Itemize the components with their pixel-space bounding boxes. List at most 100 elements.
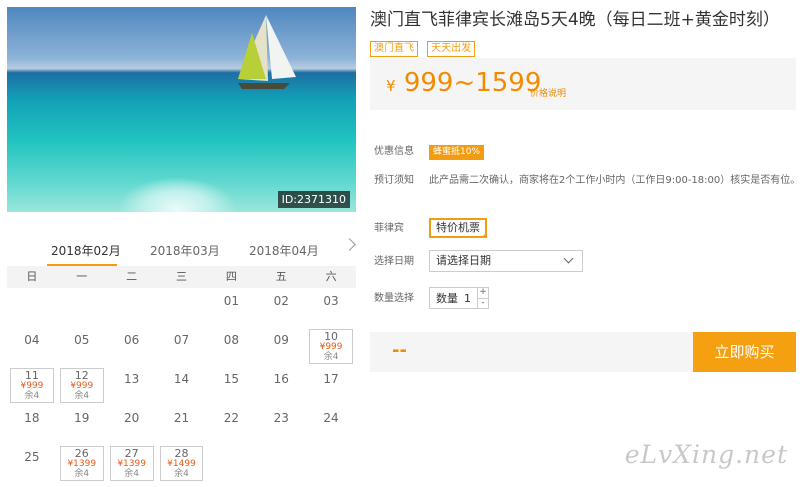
- chevron-down-icon: [563, 253, 574, 264]
- day-number: 09: [273, 333, 289, 347]
- day-number: 18: [24, 411, 40, 425]
- day-number: 08: [223, 333, 239, 347]
- quantity-stepper[interactable]: 数量 1 + -: [429, 287, 489, 309]
- quantity-row: 数量选择 数量 1 + -: [374, 287, 489, 309]
- calendar-day-available[interactable]: 10 ¥999 余4: [309, 329, 353, 364]
- calendar: 日 一 二 三 四 五 六 01 02 03 04 05 06 07 08 09 10 ¥999 余4…: [7, 266, 356, 483]
- price-box: ¥ 999~1599 价格说明: [370, 58, 796, 110]
- price-note-link[interactable]: 价格说明: [530, 86, 566, 99]
- day-stock: 余4: [74, 469, 90, 479]
- notice-row: 预订须知 此产品需二次确认，商家将在2个工作小时内（工作日9:00-18:00）核…: [374, 171, 800, 186]
- watermark: eLvXing.net: [624, 440, 788, 469]
- calendar-weekdays: 日 一 二 三 四 五 六: [7, 266, 356, 288]
- calendar-day: 08: [206, 327, 256, 366]
- day-number: 04: [24, 333, 40, 347]
- quantity-minus-button[interactable]: -: [478, 298, 488, 309]
- day-number: 15: [223, 372, 239, 386]
- day-number: 28: [174, 447, 189, 460]
- calendar-day: 03: [306, 288, 356, 327]
- calendar-day-available[interactable]: 12 ¥999 余4: [59, 368, 104, 403]
- product-tags: 澳门直飞 天天出发: [370, 36, 796, 57]
- calendar-day-available[interactable]: 11 ¥999 余4: [10, 368, 54, 403]
- day-number: 21: [173, 411, 190, 425]
- quantity-plus-button[interactable]: +: [478, 288, 488, 299]
- weekday-label: 二: [126, 270, 138, 283]
- calendar-day: [157, 288, 207, 327]
- quantity-value[interactable]: 1: [462, 292, 477, 305]
- calendar-day: 13: [107, 366, 157, 405]
- date-select[interactable]: 请选择日期: [429, 250, 583, 272]
- calendar-day: 14: [157, 366, 207, 405]
- calendar-day: 16: [256, 366, 306, 405]
- buy-now-button[interactable]: 立即购买: [693, 332, 796, 372]
- calendar-day: 24: [306, 405, 356, 444]
- day-number: 16: [273, 372, 289, 386]
- day-price: ¥999: [70, 381, 94, 391]
- day-number: 17: [323, 372, 339, 386]
- day-number: 06: [123, 333, 140, 347]
- weekday-label: 日: [26, 270, 38, 283]
- day-stock: 余4: [174, 469, 189, 479]
- product-photo: ID:2371310: [7, 7, 356, 212]
- type-row: 菲律宾 特价机票: [374, 218, 487, 238]
- promo-row: 优惠信息 蜂蜜抵10%: [374, 142, 485, 160]
- promo-badge: 蜂蜜抵10%: [429, 145, 485, 160]
- day-number: 02: [273, 294, 289, 308]
- currency-symbol: ¥: [386, 77, 396, 95]
- day-stock: 余4: [24, 391, 40, 401]
- date-row: 选择日期 请选择日期: [374, 250, 583, 272]
- calendar-day: 20: [107, 405, 157, 444]
- calendar-day: 25: [7, 444, 57, 483]
- left-panel: ID:2371310 2018年02月 2018年03月 2018年04月 日 …: [7, 7, 356, 483]
- calendar-day: 23: [256, 405, 306, 444]
- next-month-arrow-icon[interactable]: [343, 238, 356, 251]
- calendar-day: 01: [206, 288, 256, 327]
- day-number: 12: [74, 369, 89, 382]
- calendar-day: 05: [57, 327, 107, 366]
- calendar-day-available[interactable]: 26 ¥1399 余4: [59, 446, 104, 481]
- notice-text: 此产品需二次确认，商家将在2个工作小时内（工作日9:00-18:00）核实是否有…: [429, 175, 800, 186]
- tab-month-2[interactable]: 2018年03月: [150, 242, 220, 259]
- day-number: 23: [273, 411, 289, 425]
- calendar-day: 21: [157, 405, 207, 444]
- month-tabs: 2018年02月 2018年03月 2018年04月: [7, 234, 356, 266]
- calendar-day-available[interactable]: 27 ¥1399 余4: [109, 446, 154, 481]
- quantity-steps: + -: [477, 288, 488, 308]
- quantity-label: 数量选择: [374, 293, 414, 304]
- day-stock: 余4: [323, 352, 339, 362]
- tab-month-1[interactable]: 2018年02月: [51, 242, 121, 259]
- weekday-label: 一: [76, 270, 88, 283]
- day-number: 24: [323, 411, 339, 425]
- right-panel: 澳门直飞菲律宾长滩岛5天4晚（每日二班+黄金时刻） 澳门直飞 天天出发 ¥ 99…: [370, 5, 800, 372]
- calendar-day: [107, 288, 157, 327]
- selected-corner-icon: [481, 232, 487, 238]
- date-label: 选择日期: [374, 256, 414, 267]
- calendar-day: [7, 288, 57, 327]
- calendar-day: [57, 288, 107, 327]
- day-number: 19: [74, 411, 90, 425]
- type-label: 菲律宾: [374, 223, 404, 234]
- ticket-option-button[interactable]: 特价机票: [429, 218, 487, 238]
- photo-id-label: ID:2371310: [277, 191, 350, 208]
- day-number: 10: [324, 330, 339, 343]
- day-number: 14: [173, 372, 190, 386]
- price-value: ¥ 999~1599: [386, 68, 541, 98]
- weekday-label: 三: [175, 270, 187, 283]
- day-number: 20: [123, 411, 140, 425]
- day-number: 22: [223, 411, 239, 425]
- weekday-label: 四: [225, 270, 237, 283]
- promo-label: 优惠信息: [374, 146, 414, 157]
- tag-daily-departure: 天天出发: [427, 41, 476, 57]
- calendar-day-available[interactable]: 28 ¥1499 余4: [159, 446, 204, 481]
- tab-month-3[interactable]: 2018年04月: [249, 242, 319, 259]
- sailboat-image: [238, 15, 296, 89]
- day-stock: 余4: [124, 469, 139, 479]
- day-price: ¥1399: [67, 459, 97, 469]
- day-number: 13: [123, 372, 140, 386]
- day-number: 11: [24, 369, 39, 382]
- day-number: 25: [24, 450, 40, 464]
- day-number: 05: [74, 333, 90, 347]
- day-price: ¥999: [319, 342, 343, 352]
- wave-foam: [117, 177, 237, 212]
- total-price: --: [392, 340, 407, 361]
